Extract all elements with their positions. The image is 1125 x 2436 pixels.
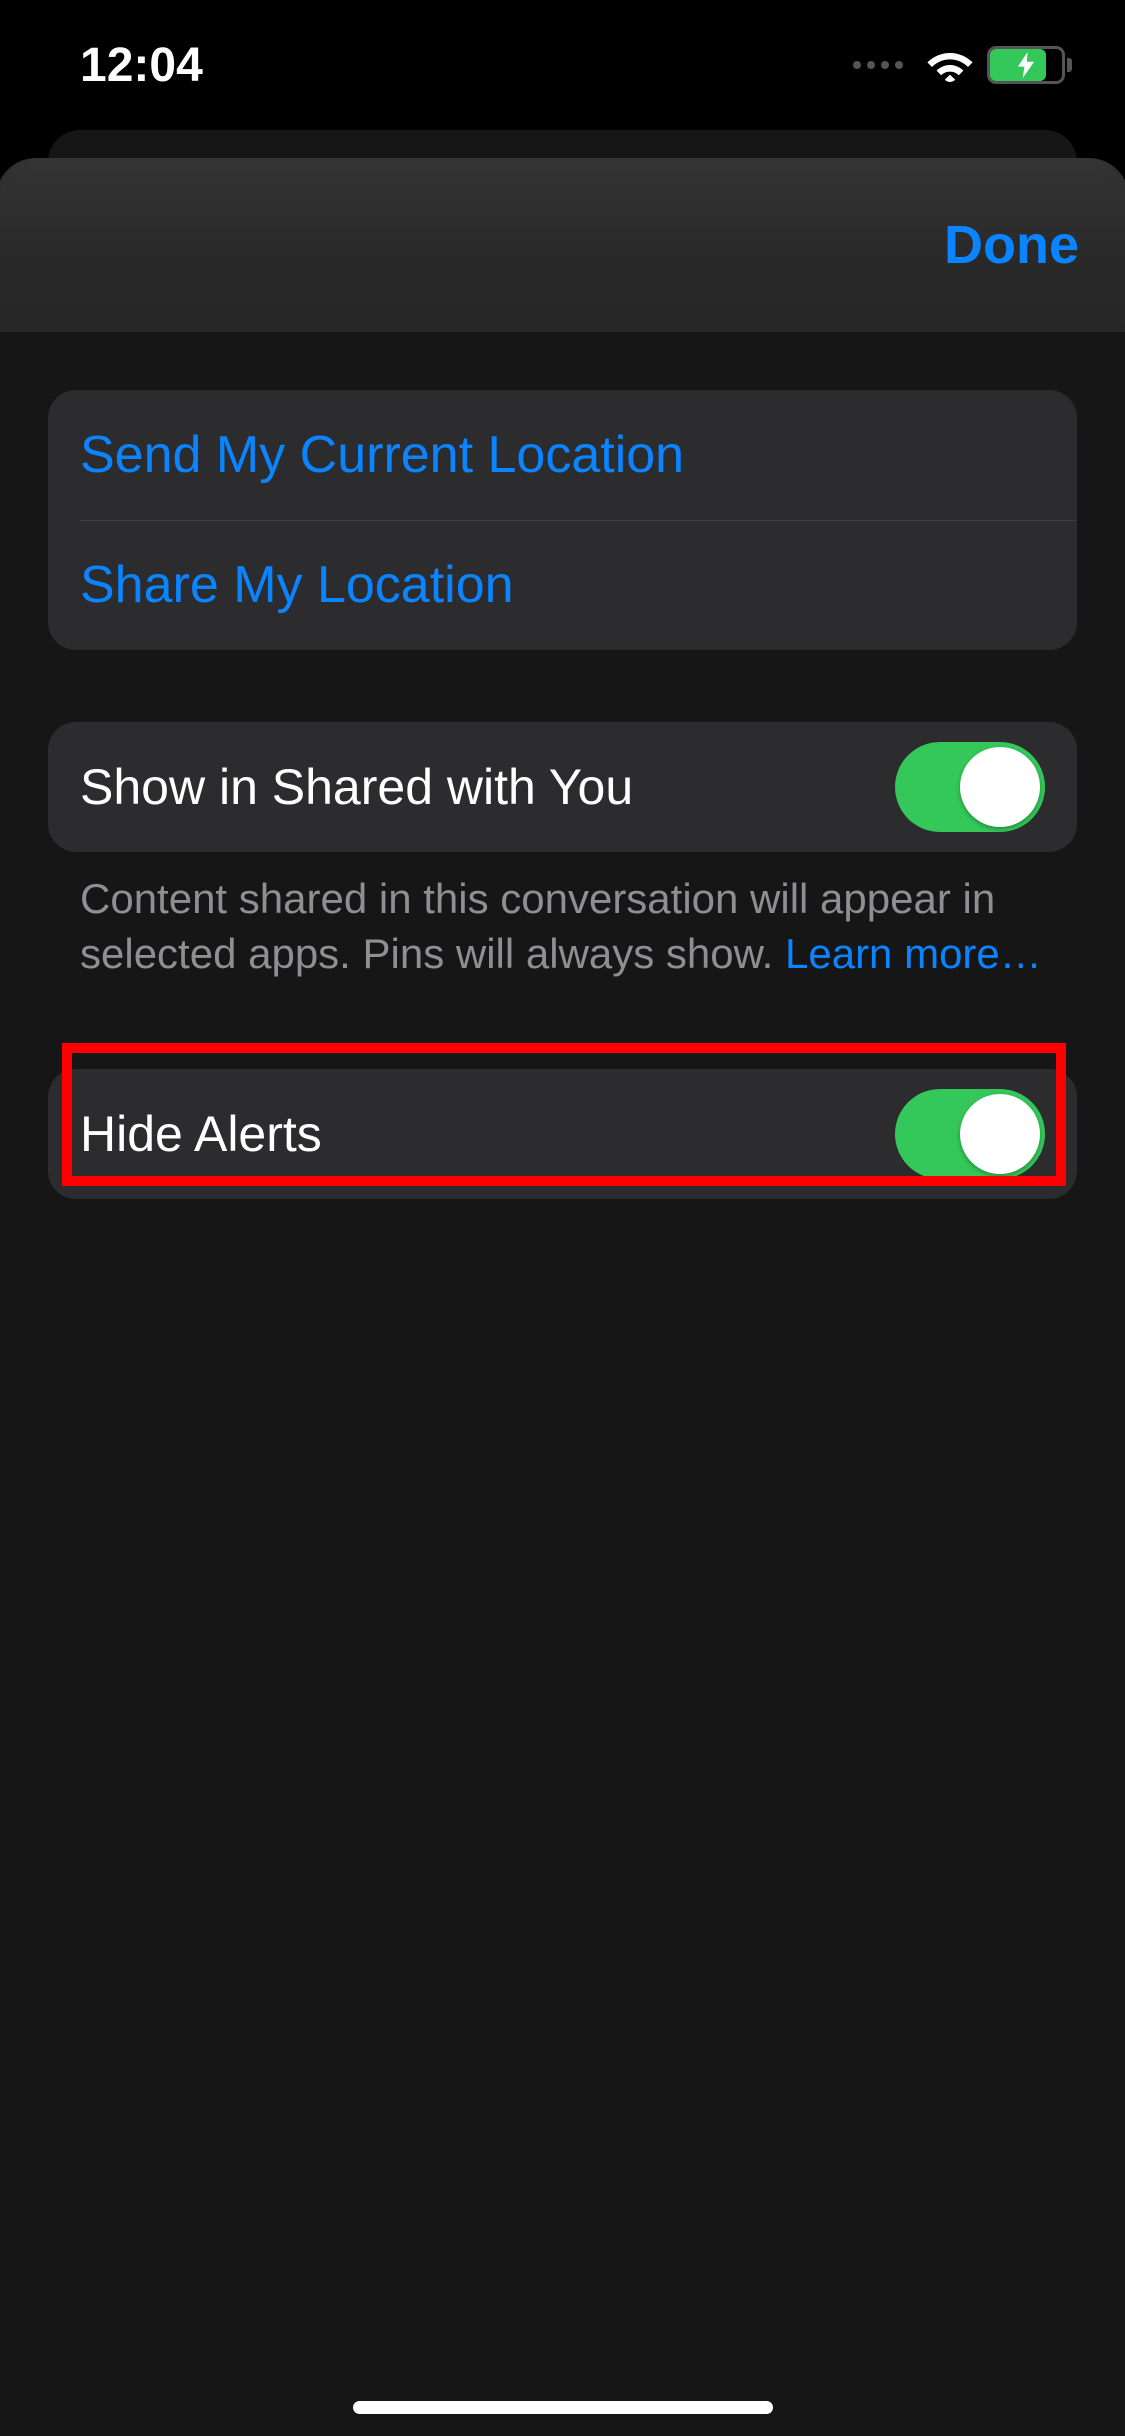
done-button[interactable]: Done [944,214,1079,276]
shared-with-you-label: Show in Shared with You [80,758,895,816]
home-indicator[interactable] [353,2401,773,2414]
nav-bar: Done [0,158,1125,332]
status-right [853,46,1065,84]
toggle-knob [960,1094,1040,1174]
charging-bolt-icon [1017,52,1035,78]
send-location-label: Send My Current Location [80,425,684,485]
hide-alerts-toggle[interactable] [895,1089,1045,1179]
hide-alerts-group: Hide Alerts [48,1069,1077,1199]
shared-footer: Content shared in this conversation will… [48,852,1077,981]
hide-alerts-label: Hide Alerts [80,1105,895,1163]
toggle-knob [960,747,1040,827]
share-location-label: Share My Location [80,555,514,615]
status-bar: 12:04 [0,0,1125,130]
hide-alerts-row[interactable]: Hide Alerts [48,1069,1077,1199]
shared-with-you-row[interactable]: Show in Shared with You [48,722,1077,852]
content: Send My Current Location Share My Locati… [48,390,1077,1199]
send-location-row[interactable]: Send My Current Location [48,390,1077,520]
shared-with-you-toggle[interactable] [895,742,1045,832]
status-time: 12:04 [80,38,203,93]
location-group: Send My Current Location Share My Locati… [48,390,1077,650]
signal-dots-icon [853,61,903,69]
learn-more-link[interactable]: Learn more… [785,930,1042,977]
battery-icon [987,46,1065,84]
share-location-row[interactable]: Share My Location [48,520,1077,650]
shared-with-you-group: Show in Shared with You [48,722,1077,852]
wifi-icon [925,47,975,83]
